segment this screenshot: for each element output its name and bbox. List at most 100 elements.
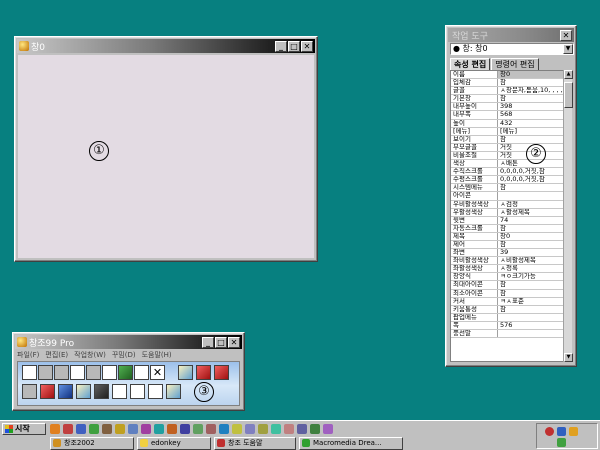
quick-launch-icon[interactable] xyxy=(76,424,86,434)
quick-launch-icon[interactable] xyxy=(180,424,190,434)
property-value[interactable]: 568 xyxy=(498,111,564,118)
document-icon[interactable] xyxy=(102,365,117,380)
maximize-button[interactable]: □ xyxy=(288,40,300,52)
tray-icon[interactable] xyxy=(557,427,566,436)
property-row[interactable]: 아이콘 xyxy=(451,192,564,201)
quick-launch-icon[interactable] xyxy=(167,424,177,434)
menu-item[interactable]: 작업창(W) xyxy=(74,350,106,360)
quick-launch-icon[interactable] xyxy=(141,424,151,434)
property-row[interactable]: 풍선말 xyxy=(451,330,564,339)
property-value[interactable]: ㅅ창문자,돋움,10, , , , xyxy=(498,87,564,94)
graphic-icon[interactable] xyxy=(214,365,229,380)
property-row[interactable]: 수직스크롤 0,0,0,0,거짓,참 xyxy=(451,168,564,177)
quick-launch-icon[interactable] xyxy=(271,424,281,434)
property-row[interactable]: 입체감 참 xyxy=(451,79,564,88)
task-button[interactable]: edonkey xyxy=(137,437,211,450)
disk-icon[interactable] xyxy=(134,365,149,380)
property-window-titlebar[interactable]: 작업 도구 ✕ xyxy=(448,28,574,42)
minimize-button[interactable]: _ xyxy=(275,40,287,52)
property-row[interactable]: 보이기 참 xyxy=(451,135,564,144)
property-value[interactable] xyxy=(498,192,564,199)
property-window[interactable]: 작업 도구 ✕ ● 창: 창0 ▼ 속성 편집 명령어 편집 이름 창0 입체감 참 글꼴… xyxy=(445,25,577,367)
property-row[interactable]: 최대아이콘 참 xyxy=(451,281,564,290)
property-row[interactable]: 우활성색상 ㅅ활성제목 xyxy=(451,208,564,217)
quick-launch-icon[interactable] xyxy=(89,424,99,434)
tray-icon[interactable] xyxy=(557,438,566,447)
property-row[interactable]: 기본창 참 xyxy=(451,95,564,104)
quick-launch-icon[interactable] xyxy=(154,424,164,434)
main-close-button[interactable]: ✕ xyxy=(228,336,240,348)
property-value[interactable]: 참 xyxy=(498,281,564,288)
property-row[interactable]: 커서 ㅋㅅ표준 xyxy=(451,297,564,306)
page-icon[interactable] xyxy=(70,365,85,380)
quick-launch-icon[interactable] xyxy=(128,424,138,434)
task-button[interactable]: 창조2002 xyxy=(50,437,134,450)
property-value[interactable]: ㅅ청록 xyxy=(498,265,564,272)
folder-icon[interactable] xyxy=(118,365,133,380)
property-row[interactable]: 내부폭 568 xyxy=(451,111,564,120)
property-value[interactable]: ㅅ활성제목 xyxy=(498,209,564,216)
checkbox-icon[interactable] xyxy=(112,384,127,399)
form-icon[interactable] xyxy=(178,365,193,380)
open-file-icon[interactable] xyxy=(38,365,53,380)
main-window-titlebar[interactable]: 창조99 Pro _ □ ✕ xyxy=(15,335,242,349)
property-close-button[interactable]: ✕ xyxy=(560,29,572,41)
property-row[interactable]: 윗변 74 xyxy=(451,216,564,225)
label-icon[interactable] xyxy=(76,384,91,399)
property-value[interactable]: 참 xyxy=(498,306,564,313)
property-row[interactable]: 폭 576 xyxy=(451,321,564,330)
form-window-titlebar[interactable]: 창0 _ □ ✕ xyxy=(17,39,315,53)
property-scrollbar[interactable]: ▲ ▼ xyxy=(563,70,573,362)
property-row[interactable]: 자동스크롤 참 xyxy=(451,224,564,233)
run-icon[interactable] xyxy=(86,365,101,380)
tab-1[interactable]: 명령어 편집 xyxy=(491,58,539,70)
scroll-control-icon[interactable] xyxy=(22,384,37,399)
property-value[interactable]: ㅅ비활성제목 xyxy=(498,257,564,264)
scroll-down-icon[interactable]: ▼ xyxy=(564,353,573,362)
quick-launch-icon[interactable] xyxy=(258,424,268,434)
main-minimize-button[interactable]: _ xyxy=(202,336,214,348)
property-row[interactable]: 부모글꼴 거짓 xyxy=(451,143,564,152)
property-value[interactable]: 74 xyxy=(498,217,564,224)
property-value[interactable]: 참 xyxy=(498,225,564,232)
close-button[interactable]: ✕ xyxy=(301,40,313,52)
quick-launch-icon[interactable] xyxy=(245,424,255,434)
image-icon[interactable] xyxy=(196,365,211,380)
property-value[interactable]: 576 xyxy=(498,322,564,329)
scroll-up-icon[interactable]: ▲ xyxy=(564,70,573,79)
scroll-thumb[interactable] xyxy=(564,82,573,108)
tray-icon[interactable] xyxy=(545,427,554,436)
property-value[interactable]: ㅅ검정 xyxy=(498,201,564,208)
property-value[interactable]: 0,0,0,0,거짓,참 xyxy=(498,168,564,175)
quick-launch-icon[interactable] xyxy=(323,424,333,434)
quick-launch-icon[interactable] xyxy=(193,424,203,434)
property-row[interactable]: 높이 432 xyxy=(451,119,564,128)
property-row[interactable]: 이름 창0 xyxy=(451,71,564,80)
property-value[interactable]: 432 xyxy=(498,120,564,127)
property-value[interactable]: 창0 xyxy=(498,71,564,79)
property-row[interactable]: 최소아이콘 참 xyxy=(451,289,564,298)
radio-icon[interactable] xyxy=(130,384,145,399)
task-button[interactable]: 창조 도움말 xyxy=(214,437,296,450)
form-canvas[interactable]: ① xyxy=(18,55,314,258)
main-tool-window[interactable]: 창조99 Pro _ □ ✕ 파일(F) 편집(E) 작업창(W) 꾸밈(D) 도움말(… xyxy=(12,332,245,411)
menu-item[interactable]: 도움말(H) xyxy=(142,350,172,360)
property-row[interactable]: 색상 ㅅ배톤 xyxy=(451,160,564,169)
quick-launch-icon[interactable] xyxy=(297,424,307,434)
tab-0[interactable]: 속성 편집 xyxy=(450,58,491,70)
property-grid[interactable]: 이름 창0 입체감 참 글꼴 ㅅ창문자,돋움,10, , , , 기본창 참 내부높이 398 내부… xyxy=(450,70,565,362)
menu-item[interactable]: 파일(F) xyxy=(17,350,39,360)
property-row[interactable]: 팝업메뉴 xyxy=(451,313,564,322)
save-icon[interactable] xyxy=(54,365,69,380)
tray-icon[interactable] xyxy=(569,427,578,436)
property-row[interactable]: 우비활성색상 ㅅ검정 xyxy=(451,200,564,209)
menu-item[interactable]: 꾸밈(D) xyxy=(112,350,136,360)
property-row[interactable]: 비율조절 거짓 xyxy=(451,151,564,161)
quick-launch-icon[interactable] xyxy=(102,424,112,434)
quick-launch-icon[interactable] xyxy=(219,424,229,434)
property-value[interactable]: 39 xyxy=(498,249,564,256)
property-row[interactable]: 글꼴 ㅅ창문자,돋움,10, , , , xyxy=(451,87,564,96)
property-row[interactable]: 키움통성 참 xyxy=(451,305,564,314)
quick-launch-icon[interactable] xyxy=(115,424,125,434)
new-file-icon[interactable] xyxy=(22,365,37,380)
